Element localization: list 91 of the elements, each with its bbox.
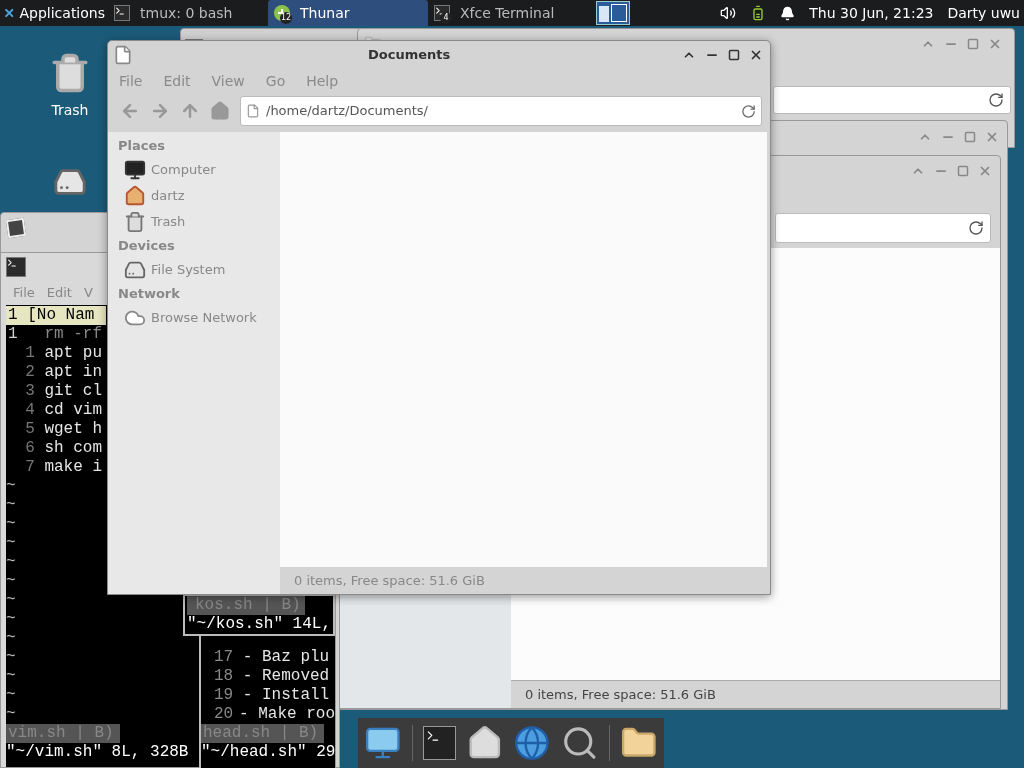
sidebar-heading: Network	[118, 285, 181, 303]
code-line: - Baz plu	[242, 648, 330, 667]
sidebar-item[interactable]: Computer	[118, 157, 280, 183]
code-line: cd vim	[44, 401, 102, 420]
applications-menu-button[interactable]: Applications	[0, 0, 108, 26]
code-line: apt pu	[44, 344, 102, 363]
window-icon	[5, 217, 27, 239]
menu-item[interactable]: Help	[306, 70, 339, 92]
terminal-icon	[6, 257, 26, 277]
terminal-icon	[114, 5, 130, 21]
menu-item[interactable]: V	[83, 283, 93, 303]
empty-line-marker: ~	[6, 667, 16, 685]
workspace-pager[interactable]	[596, 1, 630, 25]
empty-line-marker: ~	[6, 572, 16, 590]
taskbar-button[interactable]: 12 Thunar	[268, 0, 428, 26]
vim-message: "~/kos.sh" 14L,	[187, 615, 332, 633]
empty-line-marker: ~	[6, 591, 16, 609]
sidebar-heading: Devices	[118, 237, 176, 255]
menu-item[interactable]: Edit	[163, 70, 191, 92]
reload-icon[interactable]	[741, 103, 756, 119]
window-count-badge: 4	[440, 12, 452, 24]
empty-line-marker: ~	[6, 629, 16, 647]
line-number: 3	[24, 382, 36, 401]
code-line: sh com	[44, 439, 102, 458]
taskbar-button[interactable]: 4 Xfce Terminal	[428, 0, 588, 26]
menu-item[interactable]: Go	[265, 70, 286, 92]
empty-line-marker: ~	[6, 515, 16, 533]
code-line: - Install	[242, 686, 330, 705]
empty-line-marker: ~	[6, 553, 16, 571]
terminal-icon[interactable]	[423, 726, 456, 760]
desktop-icon-label[interactable]: Trash	[51, 100, 89, 121]
status-text: 0 items, Free space: 51.6 GiB	[294, 571, 485, 590]
code-line: rm -rf	[44, 325, 102, 344]
code-line: - Removed	[242, 667, 330, 686]
empty-line-marker: ~	[6, 477, 16, 495]
document-icon	[113, 45, 133, 65]
line-number: 20	[214, 705, 235, 724]
close-icon[interactable]	[749, 48, 763, 62]
status-text: 0 items, Free space: 51.6 GiB	[525, 685, 716, 704]
menu-item[interactable]: File	[13, 283, 35, 303]
sidebar-item[interactable]: Trash	[118, 209, 280, 235]
line-number: 7	[24, 458, 36, 477]
vim-message: "~/vim.sh" 8L, 328B	[6, 743, 189, 761]
line-number: 4	[24, 401, 36, 420]
code-line: git cl	[44, 382, 102, 401]
line-number: 18	[214, 667, 235, 686]
code-line: make i	[44, 458, 102, 477]
line-number: 5	[24, 420, 36, 439]
path-field[interactable]	[773, 86, 1011, 114]
sidebar-item[interactable]: File System	[118, 257, 280, 283]
empty-line-marker: ~	[6, 648, 16, 666]
menu-item[interactable]: Edit	[46, 283, 72, 303]
empty-line-marker: ~	[6, 610, 16, 628]
empty-line-marker: ~	[6, 686, 16, 704]
sidebar-item[interactable]: dartz	[118, 183, 280, 209]
globe-icon[interactable]	[513, 723, 551, 763]
code-line: apt in	[44, 363, 102, 382]
line-number: 1	[24, 344, 36, 363]
clock[interactable]: Thu 30 Jun, 21:23	[809, 2, 934, 24]
window-title: Documents	[368, 46, 451, 65]
empty-line-marker: ~	[6, 496, 16, 514]
vim-message: "~/head.sh" 29	[201, 743, 336, 761]
home-icon	[124, 185, 146, 207]
line-number: 6	[24, 439, 36, 458]
window-count-badge: 12	[280, 12, 293, 24]
menu-item[interactable]: File	[119, 70, 143, 92]
trash-icon	[124, 211, 146, 233]
code-line: wget h	[44, 420, 102, 439]
user-name[interactable]: Darty uwu	[947, 2, 1020, 24]
empty-line-marker: ~	[6, 534, 16, 552]
path-field[interactable]: /home/dartz/Documents/	[240, 96, 762, 126]
document-icon	[246, 104, 260, 118]
volume-icon[interactable]	[720, 5, 737, 21]
drive-icon	[124, 259, 146, 281]
line-number: 17	[214, 648, 235, 667]
empty-line-marker: ~	[6, 705, 16, 723]
menu-item[interactable]: View	[211, 70, 245, 92]
sidebar-heading: Places	[118, 137, 167, 155]
code-line: - Make roo	[239, 705, 335, 724]
reload-icon[interactable]	[988, 92, 1004, 108]
notification-bell-icon[interactable]	[780, 5, 796, 21]
line-number: 1	[7, 325, 19, 344]
maximize-icon[interactable]	[728, 49, 740, 61]
line-number: 19	[214, 686, 235, 705]
line-number: 2	[24, 363, 36, 382]
reload-icon[interactable]	[968, 220, 984, 236]
sidebar-item[interactable]: Browse Network	[118, 305, 280, 331]
taskbar-button[interactable]: tmux: 0 bash	[108, 0, 268, 26]
path-field[interactable]	[775, 213, 991, 243]
x-logo-icon	[3, 6, 16, 20]
monitor-icon	[124, 159, 146, 181]
